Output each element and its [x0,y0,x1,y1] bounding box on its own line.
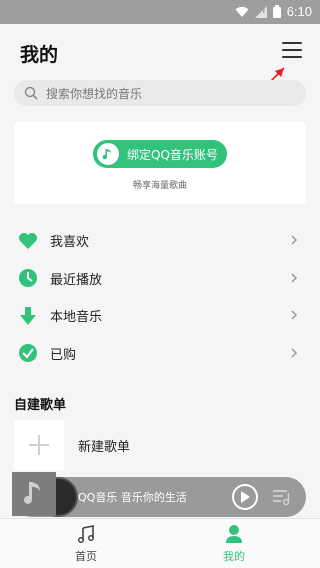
check-circle-icon [19,344,37,363]
music-note-icon [24,482,40,504]
tab-home-label: 首页 [75,550,97,563]
clock-icon [19,269,37,288]
status-time: 6:10 [286,4,312,19]
playlist-queue-icon[interactable] [272,488,292,506]
qq-music-logo-icon [97,143,119,165]
menu-item-label: 最近播放 [50,272,103,288]
new-playlist-item[interactable]: 新建歌单 [14,420,314,470]
music-note-icon [77,525,95,543]
menu-item-favorites[interactable]: 我喜欢 [0,222,320,260]
menu-item-recent[interactable]: 最近播放 [0,260,320,298]
search-icon [24,86,38,100]
chevron-right-icon [291,272,298,283]
user-icon [226,525,242,543]
bind-button-label: 绑定QQ音乐账号 [127,147,218,162]
menu-button[interactable] [282,42,302,60]
status-icons: 6:10 [235,4,312,19]
album-art[interactable] [12,472,56,516]
search-bar[interactable]: 搜索你想找的音乐 [14,80,306,106]
plus-icon [14,420,64,470]
chevron-right-icon [291,310,298,320]
menu-item-label: 本地音乐 [50,310,103,326]
bind-card-subtitle: 畅享海量歌曲 [132,181,187,191]
download-arrow-icon [20,306,36,325]
bind-qq-music-button[interactable]: 绑定QQ音乐账号 [93,140,227,168]
wifi-icon [235,6,249,17]
bind-account-card: 绑定QQ音乐账号 畅享海量歌曲 [14,122,306,204]
menu-icon-bar [282,56,302,58]
player-track-text: QQ音乐 音乐你的生活 [78,491,187,504]
menu-item-purchased[interactable]: 已购 [0,335,320,373]
bottom-tab-bar: 首页 我的 [0,518,320,568]
tab-mine-label: 我的 [223,550,245,563]
menu-item-label: 我喜欢 [50,235,90,251]
play-button[interactable] [232,484,258,510]
play-icon [241,491,250,503]
chevron-right-icon [291,347,298,358]
page-title: 我的 [20,44,59,66]
section-title-playlists: 自建歌单 [14,398,67,413]
signal-icon [254,5,267,18]
menu-item-local-music[interactable]: 本地音乐 [0,297,320,335]
tab-mine[interactable]: 我的 [204,523,264,564]
battery-icon [272,5,281,18]
menu-icon-bar [282,49,302,51]
tab-home[interactable]: 首页 [56,523,116,564]
status-bar: 6:10 [0,0,320,24]
menu-item-label: 已购 [50,347,77,363]
menu-icon [282,42,302,44]
my-music-menu: 我喜欢 最近播放 本地音乐 已购 [0,222,320,372]
search-placeholder: 搜索你想找的音乐 [46,86,143,101]
chevron-right-icon [291,235,298,245]
new-playlist-label: 新建歌单 [78,439,131,455]
heart-icon [19,232,37,249]
